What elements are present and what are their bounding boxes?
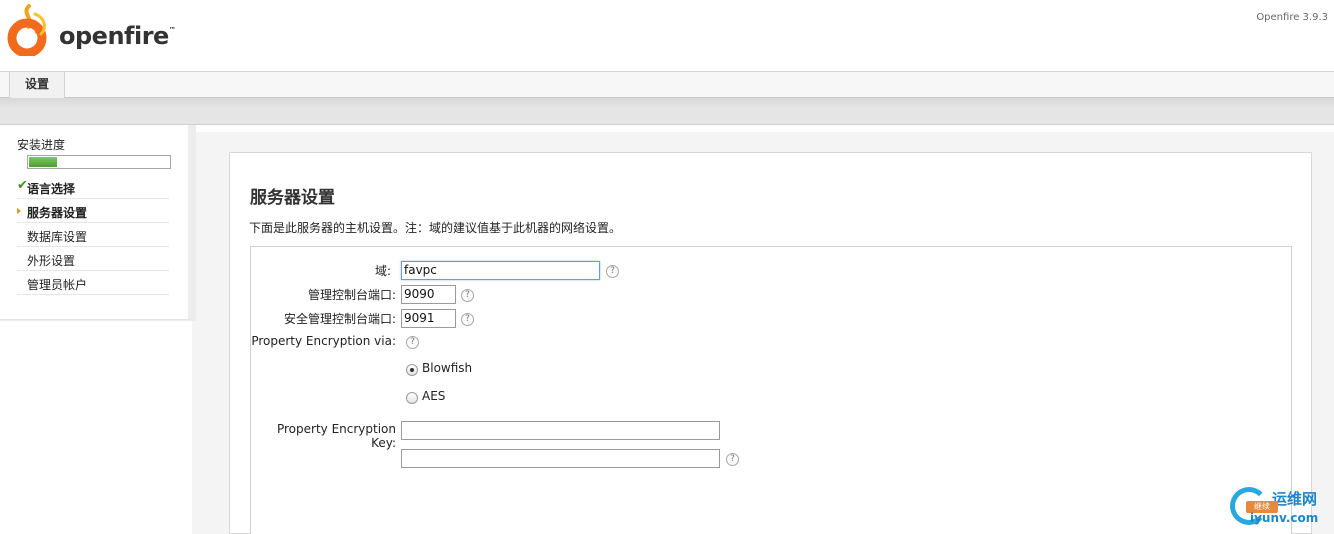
encryption-help-icon[interactable]: ?	[406, 336, 419, 349]
blowfish-radio[interactable]	[406, 364, 418, 376]
encryption-key-help-icon[interactable]: ?	[726, 453, 739, 466]
watermark-title: 运维网	[1272, 490, 1318, 508]
current-step-arrow-icon	[17, 208, 21, 214]
sidebar-item-server-settings: 服务器设置	[17, 199, 169, 223]
sidebar-item-label: 服务器设置	[27, 206, 88, 220]
encryption-key-label: Property Encryption Key:	[276, 422, 396, 450]
domain-input[interactable]: favpc	[401, 261, 600, 280]
server-settings-form: 域: favpc ? 管理控制台端口: 9090 ? 安全管理控制台端口: 90…	[250, 246, 1292, 534]
page-description: 下面是此服务器的主机设置。注：域的建议值基于此机器的网络设置。	[249, 221, 622, 235]
sidebar-item-label: 语言选择	[27, 182, 76, 196]
page-title: 服务器设置	[250, 188, 335, 208]
sidebar-item-label: 数据库设置	[27, 230, 88, 244]
admin-port-label: 管理控制台端口:	[307, 288, 396, 302]
secure-port-help-icon[interactable]: ?	[461, 313, 474, 326]
openfire-logo-icon	[7, 4, 47, 56]
content-panel: 服务器设置 下面是此服务器的主机设置。注：域的建议值基于此机器的网络设置。 域:…	[229, 152, 1312, 534]
watermark-url: iyunv.com	[1250, 511, 1319, 525]
domain-label: 域:	[374, 264, 391, 278]
secure-port-input[interactable]: 9091	[401, 309, 456, 328]
header: openfire™ Openfire 3.9.3	[0, 0, 1334, 72]
install-progress-title: 安装进度	[17, 138, 66, 152]
tab-bar: 设置	[0, 72, 1334, 98]
blowfish-label: Blowfish	[422, 361, 473, 375]
sidebar-item-database-settings: 数据库设置	[17, 223, 169, 247]
sidebar-item-label: 管理员帐户	[27, 278, 88, 292]
sidebar-item-appearance-settings: 外形设置	[17, 247, 169, 271]
sidebar-item-label: 外形设置	[27, 254, 76, 268]
tab-setup[interactable]: 设置	[9, 72, 65, 98]
domain-help-icon[interactable]: ?	[606, 265, 619, 278]
aes-radio[interactable]	[406, 392, 418, 404]
trademark-mark: ™	[168, 26, 176, 34]
install-progress-bar	[27, 155, 171, 169]
page: openfire™ Openfire 3.9.3 设置 安装进度 ✔ 语言选择 …	[0, 0, 1334, 534]
admin-port-input[interactable]: 9090	[401, 285, 456, 304]
sidebar-item-admin-account: 管理员帐户	[17, 271, 169, 295]
watermark: 运维网 继续 iyunv.com	[1230, 486, 1334, 532]
encryption-key-input[interactable]	[401, 421, 720, 440]
version-label: Openfire 3.9.3	[1256, 12, 1328, 23]
aes-label: AES	[422, 389, 446, 403]
logo-text: openfire™	[59, 22, 176, 50]
admin-port-help-icon[interactable]: ?	[461, 289, 474, 302]
encryption-via-label: Property Encryption via:	[251, 334, 396, 348]
sidebar-item-language: ✔ 语言选择	[17, 175, 169, 199]
encryption-key-confirm-input[interactable]	[401, 449, 720, 468]
install-progress-fill	[29, 157, 57, 167]
sidebar: 安装进度 ✔ 语言选择 服务器设置 数据库设置 外形设置 管理员帐户	[0, 125, 192, 320]
subheader-band	[0, 98, 1334, 125]
secure-port-label: 安全管理控制台端口:	[283, 312, 396, 326]
